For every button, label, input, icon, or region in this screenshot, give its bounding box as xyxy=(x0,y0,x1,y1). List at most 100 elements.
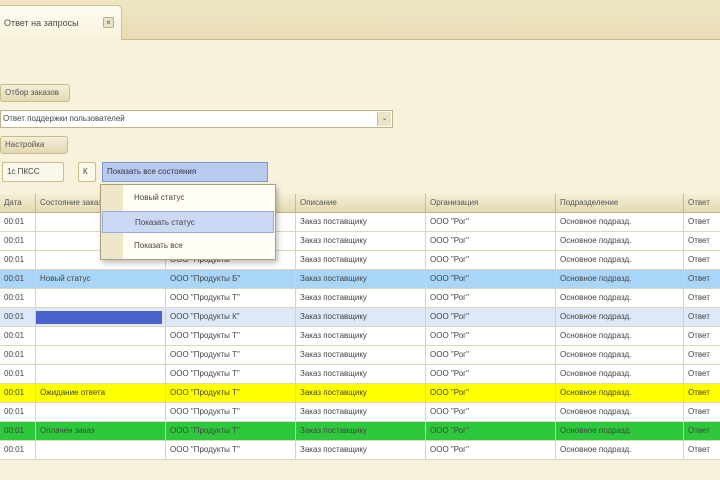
table-row[interactable]: 00:01 ООО "Продукты Т" Заказ поставщику ООО… xyxy=(0,441,720,460)
table-cell: ООО "Рог" xyxy=(426,308,556,326)
table-cell: Заказ поставщику xyxy=(296,251,426,269)
table-cell: ООО "Рог" xyxy=(426,232,556,250)
table-row[interactable]: 00:01 ООО "Продукты Т" Заказ поставщику ООО… xyxy=(0,346,720,365)
table-row[interactable]: 00:01 Новый статус ООО "Продукты Б" Заказ п… xyxy=(0,270,720,289)
table-cell: Ожидание ответа xyxy=(36,384,166,402)
table-cell: ООО "Рог" xyxy=(426,213,556,231)
table-cell: Ответ xyxy=(684,251,720,269)
table-cell: Основное подразд. xyxy=(556,308,684,326)
close-icon[interactable]: × xyxy=(103,17,114,28)
table-cell: 00:01 xyxy=(0,232,36,250)
table-row[interactable]: 00:01 Оплачен заказ ООО "Продукты Т" Заказ … xyxy=(0,422,720,441)
table-cell: Заказ поставщику xyxy=(296,365,426,383)
table-cell: 00:01 xyxy=(0,251,36,269)
status-filter-select[interactable]: Показать все состояния xyxy=(102,162,268,182)
table-cell: 00:01 xyxy=(0,308,36,326)
table-cell: Основное подразд. xyxy=(556,232,684,250)
column-header[interactable]: Описание xyxy=(296,194,426,213)
table-cell: Ответ xyxy=(684,365,720,383)
table-row[interactable]: 00:01 ООО "Продукты Т" Заказ поставщику ООО… xyxy=(0,327,720,346)
menu-item[interactable]: Новый статус xyxy=(102,187,274,209)
order-filter-button[interactable]: Отбор заказов xyxy=(0,84,70,102)
table-cell: 00:01 xyxy=(0,403,36,421)
table-cell: Ответ xyxy=(684,232,720,250)
column-header[interactable]: Подразделение xyxy=(556,194,684,213)
table-cell xyxy=(36,403,166,421)
tab-strip: Ответ на запросы × xyxy=(0,0,720,40)
table-cell: ООО "Рог" xyxy=(426,251,556,269)
table-cell: Основное подразд. xyxy=(556,384,684,402)
table-cell: 00:01 xyxy=(0,327,36,345)
table-cell: ООО "Рог" xyxy=(426,441,556,459)
table-cell: Заказ поставщику xyxy=(296,308,426,326)
table-cell: Ответ xyxy=(684,213,720,231)
table-cell: 00:01 xyxy=(0,422,36,440)
table-cell: Основное подразд. xyxy=(556,441,684,459)
table-cell: Заказ поставщику xyxy=(296,403,426,421)
table-cell: Новый статус xyxy=(36,270,166,288)
settings-button[interactable]: Настройка xyxy=(0,136,68,154)
table-cell xyxy=(36,346,166,364)
table-cell: Ответ xyxy=(684,384,720,402)
table-row[interactable]: 00:01 ООО "Продукты Т" Заказ поставщику ООО… xyxy=(0,403,720,422)
filter-combo-1[interactable]: 1с ПКСС xyxy=(2,162,64,182)
table-cell: Ответ xyxy=(684,327,720,345)
table-cell: Ответ xyxy=(684,289,720,307)
table-cell: ООО "Рог" xyxy=(426,422,556,440)
table-cell: 00:01 xyxy=(0,365,36,383)
status-dropdown-menu: Новый статус Показать статус Показать все xyxy=(100,184,276,260)
table-cell: 00:01 xyxy=(0,213,36,231)
table-cell: 00:01 xyxy=(0,384,36,402)
table-cell: Основное подразд. xyxy=(556,251,684,269)
table-cell: Ответ xyxy=(684,422,720,440)
table-cell: ООО "Рог" xyxy=(426,346,556,364)
document-tab[interactable]: Ответ на запросы × xyxy=(0,5,122,40)
table-cell: Основное подразд. xyxy=(556,213,684,231)
table-cell: Основное подразд. xyxy=(556,422,684,440)
table-cell: ООО "Рог" xyxy=(426,270,556,288)
table-cell: Основное подразд. xyxy=(556,403,684,421)
table-cell: Заказ поставщику xyxy=(296,441,426,459)
column-header[interactable]: Дата xyxy=(0,194,36,213)
table-cell: ООО "Рог" xyxy=(426,403,556,421)
filter-combo-2[interactable]: К xyxy=(78,162,96,182)
table-row[interactable]: 00:01 ООО "Продукты Т" Заказ поставщику ООО… xyxy=(0,365,720,384)
table-cell xyxy=(36,441,166,459)
menu-item[interactable]: Показать все xyxy=(102,235,274,257)
table-cell: Заказ поставщику xyxy=(296,422,426,440)
table-cell: ООО "Продукты Т" xyxy=(166,403,296,421)
table-cell: Ответ xyxy=(684,403,720,421)
table-row[interactable]: 00:01 ООО "Продукты К" Заказ поставщику ООО… xyxy=(0,308,720,327)
table-cell: Заказ поставщику xyxy=(296,346,426,364)
table-cell: ООО "Рог" xyxy=(426,289,556,307)
table-cell: Основное подразд. xyxy=(556,327,684,345)
table-row[interactable]: 00:01 Ожидание ответа ООО "Продукты Т" Зака… xyxy=(0,384,720,403)
table-cell: Основное подразд. xyxy=(556,289,684,307)
table-cell: ООО "Продукты Т" xyxy=(166,327,296,345)
chevron-down-icon[interactable]: ⌄ xyxy=(377,112,391,126)
table-cell: ООО "Продукты Т" xyxy=(166,384,296,402)
column-header[interactable]: Ответ xyxy=(684,194,720,213)
table-cell: Заказ поставщику xyxy=(296,327,426,345)
query-field[interactable]: Ответ поддержки пользователей ⌄ xyxy=(0,110,393,128)
table-cell: Ответ xyxy=(684,308,720,326)
table-cell: ООО "Продукты Т" xyxy=(166,422,296,440)
table-cell xyxy=(36,327,166,345)
table-cell: Заказ поставщику xyxy=(296,270,426,288)
table-cell: 00:01 xyxy=(0,346,36,364)
table-cell: Основное подразд. xyxy=(556,365,684,383)
tab-label: Ответ на запросы xyxy=(4,18,79,28)
table-cell: Заказ поставщику xyxy=(296,384,426,402)
table-cell: ООО "Рог" xyxy=(426,365,556,383)
table-cell: Заказ поставщику xyxy=(296,289,426,307)
table-cell xyxy=(36,365,166,383)
table-cell: 00:01 xyxy=(0,441,36,459)
table-cell: ООО "Продукты Т" xyxy=(166,441,296,459)
table-cell: Заказ поставщику xyxy=(296,232,426,250)
table-row[interactable]: 00:01 ООО "Продукты Т" Заказ поставщику ООО… xyxy=(0,289,720,308)
table-cell: Оплачен заказ xyxy=(36,422,166,440)
column-header[interactable]: Организация xyxy=(426,194,556,213)
table-cell: Ответ xyxy=(684,441,720,459)
query-field-value: Ответ поддержки пользователей xyxy=(3,114,125,123)
menu-item[interactable]: Показать статус xyxy=(102,211,274,233)
